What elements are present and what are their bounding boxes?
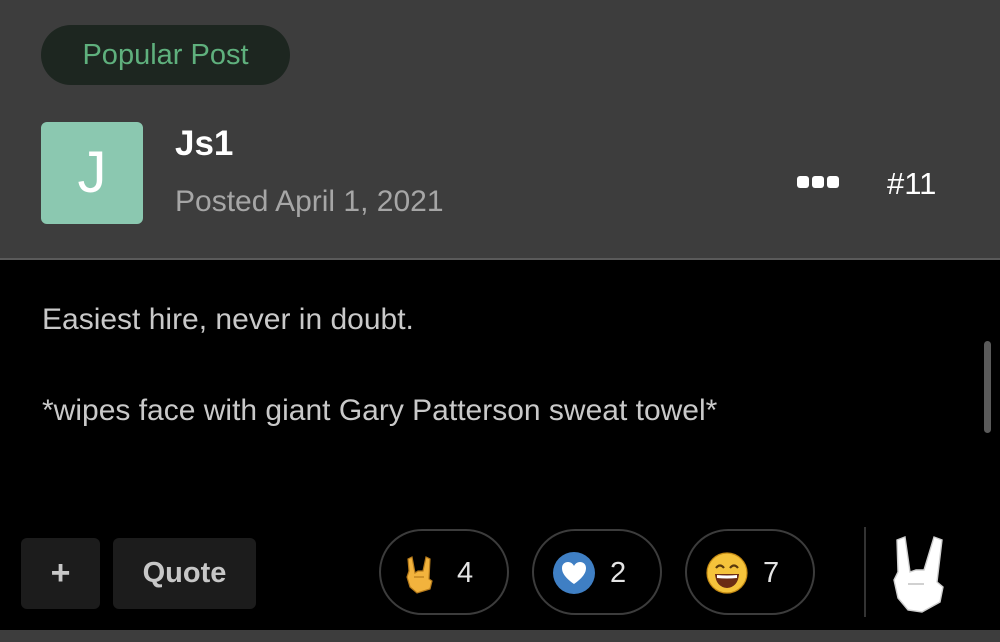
reaction-count: 2 [610, 557, 627, 589]
post-number-link[interactable]: #11 [887, 166, 936, 202]
reaction-rock-on[interactable]: 4 [379, 529, 509, 615]
reaction-count: 4 [457, 557, 474, 589]
multiquote-add-button[interactable]: + [21, 538, 100, 609]
reaction-divider [864, 527, 866, 617]
scrollbar[interactable] [984, 341, 991, 433]
post-header: Popular Post J Js1 Posted April 1, 2021 … [0, 0, 1000, 260]
popular-post-badge: Popular Post [41, 25, 290, 85]
reaction-count: 7 [763, 557, 780, 589]
quote-button[interactable]: Quote [113, 538, 256, 609]
avatar[interactable]: J [41, 122, 143, 224]
post-text-line-1: Easiest hire, never in doubt. [42, 303, 414, 336]
author-name[interactable]: Js1 [175, 124, 233, 164]
post-text-line-2: *wipes face with giant Gary Patterson sw… [42, 394, 718, 427]
heart-icon [553, 552, 595, 594]
posted-date[interactable]: Posted April 1, 2021 [175, 185, 444, 219]
react-button-rock-on-icon[interactable] [888, 532, 954, 616]
post-separator [0, 630, 1000, 642]
more-options-icon[interactable] [797, 176, 839, 188]
laughing-face-icon [706, 552, 748, 594]
reaction-haha[interactable]: 7 [685, 529, 815, 615]
rock-on-hand-icon [406, 556, 433, 594]
reaction-like[interactable]: 2 [532, 529, 662, 615]
